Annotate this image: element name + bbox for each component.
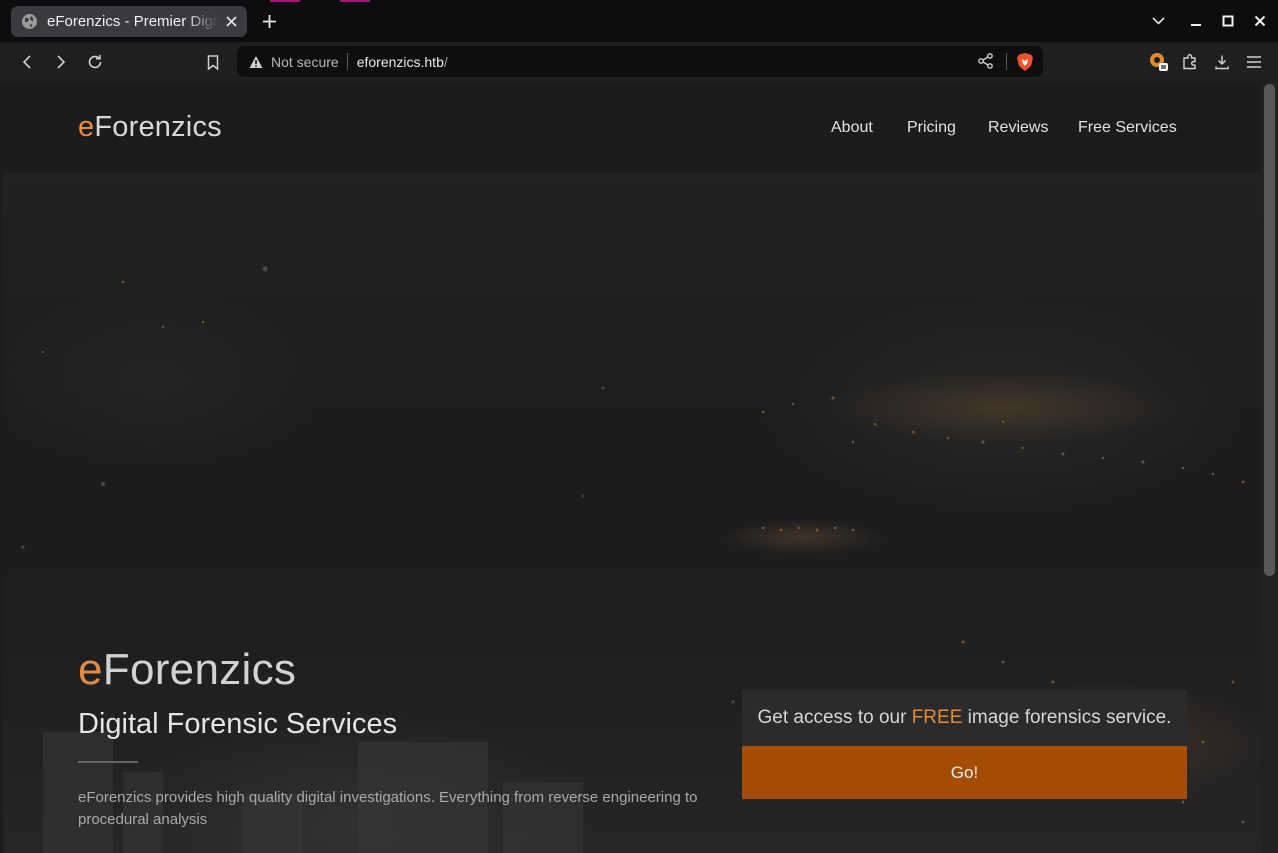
promo-text-before: Get access to our: [757, 707, 912, 728]
tab-list-chevron-icon[interactable]: [1149, 12, 1167, 30]
site-logo[interactable]: eForenzics: [78, 111, 222, 144]
address-divider: [346, 53, 348, 70]
address-divider: [1006, 53, 1007, 70]
forward-icon[interactable]: [49, 50, 73, 74]
url-host: eforenzics.htb: [356, 53, 444, 70]
nav-free-services[interactable]: Free Services: [1078, 119, 1177, 137]
hero-divider: [78, 761, 138, 763]
new-tab-button[interactable]: [259, 11, 280, 32]
maximize-icon[interactable]: [1219, 12, 1237, 30]
scrollbar-thumb[interactable]: [1264, 84, 1275, 576]
promo-text: Get access to our FREE image forensics s…: [742, 690, 1187, 746]
promo-free-highlight: FREE: [911, 707, 963, 728]
bookmark-icon[interactable]: [201, 50, 225, 74]
hero-title: eForenzics: [78, 645, 296, 695]
hero-description: eForenzics provides high quality digital…: [78, 789, 698, 828]
downloads-icon[interactable]: [1210, 50, 1234, 74]
hero-title-accent: e: [78, 645, 103, 694]
minimize-icon[interactable]: [1187, 12, 1205, 30]
brave-shields-icon[interactable]: [1016, 52, 1034, 72]
page-viewport: eForenzics About Pricing Reviews Free Se…: [3, 82, 1261, 853]
logo-text: Forenzics: [94, 111, 222, 143]
free-service-promo: Get access to our FREE image forensics s…: [742, 690, 1187, 799]
page-scrollbar[interactable]: [1261, 82, 1278, 853]
warning-icon[interactable]: [249, 55, 263, 69]
active-tab[interactable]: eForenzics - Premier Digital Forensics: [11, 6, 247, 37]
brave-rewards-icon[interactable]: [1147, 50, 1171, 74]
address-bar[interactable]: Not secure eforenzics.htb /: [237, 46, 1043, 77]
back-icon[interactable]: [15, 50, 39, 74]
browser-toolbar: Not secure eforenzics.htb /: [0, 42, 1278, 82]
tab-title: eForenzics - Premier Digital Forensics: [47, 13, 219, 30]
logo-accent-letter: e: [78, 111, 95, 143]
hero-subtitle: Digital Forensic Services: [78, 708, 398, 740]
globe-icon: [21, 13, 38, 30]
url-path: /: [443, 53, 448, 70]
security-label: Not secure: [271, 53, 339, 70]
nav-about[interactable]: About: [831, 119, 873, 137]
reload-icon[interactable]: [83, 50, 107, 74]
nav-reviews[interactable]: Reviews: [988, 119, 1048, 137]
close-tab-icon[interactable]: [223, 14, 239, 30]
close-icon[interactable]: [1251, 12, 1269, 30]
go-button[interactable]: Go!: [742, 746, 1187, 799]
tab-accent: [270, 0, 300, 2]
menu-icon[interactable]: [1242, 50, 1266, 74]
tab-strip: eForenzics - Premier Digital Forensics: [0, 0, 1278, 42]
extensions-icon[interactable]: [1178, 50, 1202, 74]
hero-title-text: Forenzics: [102, 645, 297, 694]
plus-icon: [263, 15, 276, 28]
tab-accent: [340, 0, 370, 2]
promo-text-after: image forensics service.: [962, 707, 1172, 728]
site-navbar: eForenzics About Pricing Reviews Free Se…: [3, 82, 1261, 173]
nav-pricing[interactable]: Pricing: [907, 119, 956, 137]
share-icon[interactable]: [977, 52, 995, 70]
